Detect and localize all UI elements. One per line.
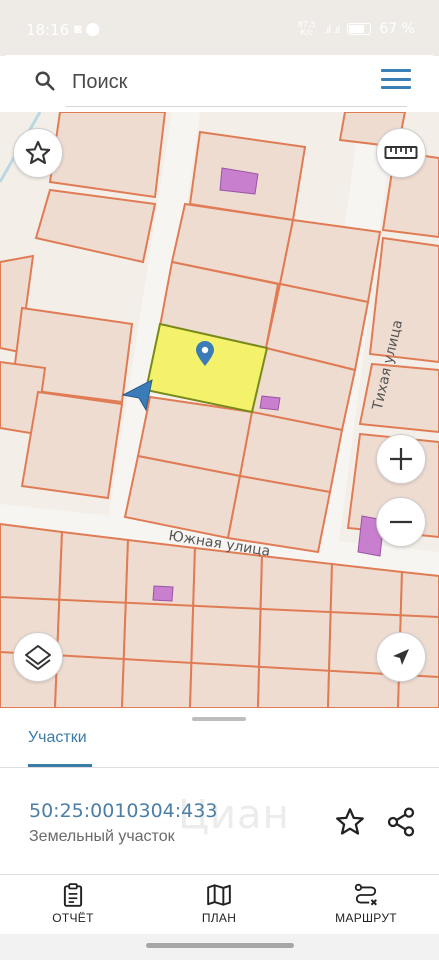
search-input[interactable]	[72, 69, 372, 95]
nav-plan-label: ПЛАН	[201, 911, 237, 925]
my-location-button[interactable]	[376, 632, 426, 682]
route-icon	[354, 883, 377, 906]
favorite-button[interactable]	[13, 128, 63, 178]
star-icon	[25, 140, 51, 165]
nav-plan[interactable]: ПЛАН	[164, 882, 274, 925]
nav-report[interactable]: ОТЧЁТ	[18, 882, 128, 925]
battery-icon	[347, 23, 372, 35]
layers-icon	[25, 645, 51, 670]
menu-icon[interactable]	[381, 69, 411, 93]
status-bar: 18:16 ◙ ⬤ 87,5 К/с .ıl .ıl 67 %	[0, 0, 439, 56]
network-speed: 87,5 К/с	[297, 20, 316, 37]
zoom-in-button[interactable]	[376, 434, 426, 484]
search-underline	[66, 106, 407, 107]
layers-button[interactable]	[13, 632, 63, 682]
battery-percent: 67 %	[379, 21, 415, 37]
map-view[interactable]: Тихая улица Южная улица	[0, 112, 439, 708]
search-bar	[6, 55, 433, 107]
favorite-parcel-star-icon[interactable]	[334, 806, 366, 838]
nav-report-label: ОТЧЁТ	[52, 911, 94, 925]
share-icon[interactable]	[385, 806, 417, 838]
status-notification-icons: ◙ ⬤	[74, 21, 101, 36]
plus-icon	[390, 448, 412, 470]
tab-parcels[interactable]: Участки	[28, 729, 87, 747]
zoom-out-button[interactable]	[376, 497, 426, 547]
minus-icon	[390, 520, 412, 524]
parcel-type: Земельный участок	[29, 828, 175, 845]
search-icon[interactable]	[34, 70, 56, 92]
gesture-area	[0, 934, 439, 960]
status-right: 87,5 К/с .ıl .ıl 67 %	[297, 20, 415, 38]
bottom-nav: ОТЧЁТ ПЛАН МАРШРУТ	[0, 876, 439, 934]
ruler-icon	[384, 146, 418, 159]
sheet-drag-handle[interactable]	[192, 717, 246, 721]
cadastral-map[interactable]	[0, 112, 439, 708]
nav-route-label: МАРШРУТ	[335, 911, 397, 925]
bottom-sheet: Участки Циан 50:25:0010304:433 Земельный…	[0, 708, 439, 960]
map-icon	[207, 884, 231, 906]
signal-icon: .ıl .ıl	[323, 22, 341, 36]
parcel-cadastral-number[interactable]: 50:25:0010304:433	[29, 800, 217, 822]
home-gesture-bar[interactable]	[146, 943, 294, 948]
tab-divider	[0, 767, 439, 768]
ruler-button[interactable]	[376, 128, 426, 178]
clipboard-icon	[63, 883, 83, 907]
nav-route[interactable]: МАРШРУТ	[311, 882, 421, 925]
sheet-divider	[0, 874, 439, 875]
navigation-arrow-icon	[393, 649, 409, 665]
status-time: 18:16	[26, 21, 70, 39]
